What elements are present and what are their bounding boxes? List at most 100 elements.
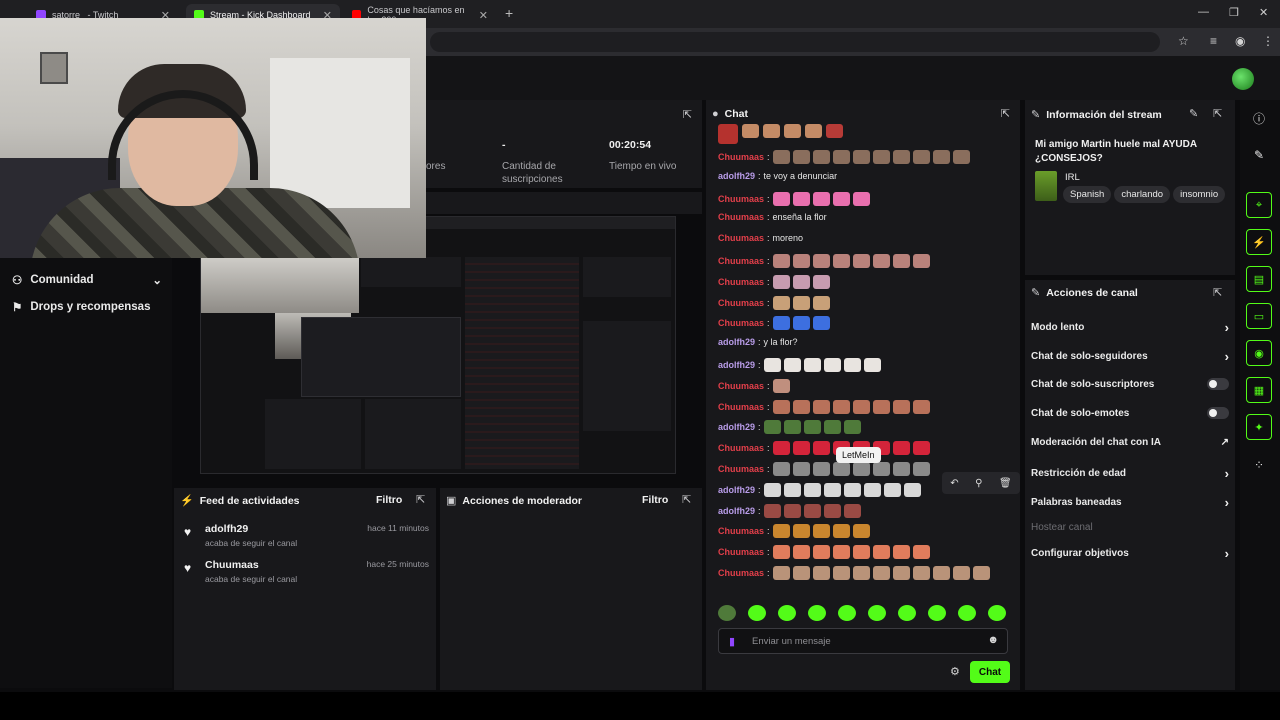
profile-icon[interactable]: ◉ (1235, 34, 1245, 48)
url-field[interactable] (430, 32, 1160, 52)
expand-icon[interactable]: ⇱ (682, 493, 691, 506)
chat-username[interactable]: adolfh29 (718, 506, 755, 516)
action-banned-words[interactable]: Palabras baneadas › (1031, 495, 1229, 510)
emote-button[interactable] (748, 605, 766, 621)
tag[interactable]: Spanish (1063, 186, 1112, 203)
chat-message[interactable]: adolfh29: (718, 420, 861, 435)
emote-button[interactable] (898, 605, 916, 621)
close-tab-icon[interactable]: ✕ (479, 9, 488, 22)
chat-username[interactable]: Chuumaas (718, 212, 764, 222)
microphone-icon[interactable]: ▮ (729, 635, 735, 648)
edit-icon[interactable]: ✎ (1189, 107, 1198, 120)
chat-message[interactable]: Chuumaas: moreno (718, 233, 803, 243)
star-icon[interactable]: ☆ (1178, 34, 1189, 48)
chat-username[interactable]: Chuumaas (718, 256, 764, 266)
chat-message[interactable]: adolfh29: (718, 358, 881, 372)
chat-username[interactable]: Chuumaas (718, 318, 764, 328)
expand-icon[interactable]: ⇱ (1001, 107, 1010, 120)
chat-message[interactable]: Chuumaas: (718, 295, 830, 310)
emote-button[interactable] (868, 605, 886, 621)
restore-icon[interactable]: ❐ (1229, 6, 1239, 19)
focus-icon[interactable]: ⌖ (1246, 192, 1272, 218)
chat-message[interactable]: Chuumaas: (718, 462, 930, 476)
menu-icon[interactable]: ⋮ (1262, 34, 1274, 48)
broadcast-icon[interactable]: ◉ (1246, 340, 1272, 366)
expand-icon[interactable]: ⇱ (1213, 286, 1222, 299)
emotes-only-toggle[interactable] (1207, 407, 1229, 419)
chat-message[interactable]: Chuumaas: (718, 191, 870, 206)
chat-message[interactable]: adolfh29: te voy a denunciar (718, 171, 837, 181)
close-window-icon[interactable]: ✕ (1259, 6, 1268, 19)
chat-username[interactable]: Chuumaas (718, 568, 764, 578)
nav-item-comunidad[interactable]: ⚇ Comunidad ⌄ (12, 273, 162, 287)
emote-button[interactable] (838, 605, 856, 621)
chat-username[interactable]: adolfh29 (718, 337, 755, 347)
feed-filter-button[interactable]: Filtro (376, 494, 402, 506)
emote-button[interactable] (778, 605, 796, 621)
chat-message[interactable]: adolfh29: (718, 503, 861, 518)
action-followers-only[interactable]: Chat de solo-seguidores › (1031, 349, 1229, 364)
chat-message[interactable]: Chuumaas: (718, 254, 930, 268)
chat-message[interactable]: Chuumaas: (718, 150, 970, 164)
mod-filter-button[interactable]: Filtro (642, 494, 668, 506)
chat-username[interactable]: Chuumaas (718, 526, 764, 536)
plus-icon[interactable]: + (505, 5, 513, 21)
chat-username[interactable]: Chuumaas (718, 277, 764, 287)
apps-icon[interactable]: ⁘ (1246, 452, 1272, 478)
moderation-icon[interactable]: ▦ (1246, 377, 1272, 403)
chat-username[interactable]: Chuumaas (718, 194, 764, 204)
emote-button[interactable] (808, 605, 826, 621)
chat-message[interactable]: Chuumaas: (718, 399, 930, 414)
emoji-icon[interactable]: ☻ (987, 634, 999, 646)
chat-username[interactable]: Chuumaas (718, 152, 764, 162)
chat-message[interactable]: Chuumaas: (718, 441, 930, 456)
chat-username[interactable]: adolfh29 (718, 171, 755, 181)
chat-username[interactable]: Chuumaas (718, 381, 764, 391)
expand-icon[interactable]: ⇱ (1213, 107, 1222, 120)
action-ai-moderation[interactable]: Moderación del chat con IA ↗ (1031, 437, 1229, 448)
emote-button[interactable] (718, 605, 736, 621)
chat-message[interactable]: Chuumaas: (718, 566, 990, 580)
chat-username[interactable]: Chuumaas (718, 443, 764, 453)
chat-message[interactable]: Chuumaas: (718, 274, 830, 289)
gear-icon[interactable]: ⚙ (950, 665, 960, 678)
chat-message[interactable]: Chuumaas: (718, 524, 870, 539)
pencil-icon[interactable]: ✎ (1246, 142, 1272, 168)
chat-message[interactable]: adolfh29: y la flor? (718, 337, 798, 347)
reply-icon[interactable]: ↶ (950, 478, 958, 489)
media-icon[interactable]: ≡ (1210, 34, 1217, 48)
chat-username[interactable]: Chuumaas (718, 402, 764, 412)
tag[interactable]: charlando (1114, 186, 1171, 203)
chat-message[interactable]: Chuumaas: (718, 545, 930, 560)
chat-message[interactable]: Chuumaas: enseña la flor (718, 212, 827, 222)
action-slow-mode[interactable]: Modo lento › (1031, 320, 1229, 335)
subscribers-only-toggle[interactable] (1207, 378, 1229, 390)
chat-icon[interactable]: ▭ (1246, 303, 1272, 329)
category-label[interactable]: IRL (1065, 172, 1080, 183)
send-chat-button[interactable]: Chat (970, 661, 1010, 683)
tag[interactable]: insomnio (1173, 186, 1226, 203)
nav-item-drops[interactable]: ⚑ Drops y recompensas (12, 300, 150, 314)
wrench-icon[interactable]: ✦ (1246, 414, 1272, 440)
expand-icon[interactable]: ⇱ (683, 108, 692, 121)
emote-button[interactable] (928, 605, 946, 621)
document-icon[interactable]: ▤ (1246, 266, 1272, 292)
chat-input[interactable]: ▮ Enviar un mensaje ☻ (718, 628, 1008, 654)
avatar[interactable] (1232, 68, 1254, 90)
chat-message[interactable]: adolfh29: (718, 482, 921, 497)
chat-username[interactable]: Chuumaas (718, 233, 764, 243)
bolt-icon[interactable]: ⚡ (1246, 229, 1272, 255)
action-age-restriction[interactable]: Restricción de edad › (1031, 466, 1229, 481)
emote-button[interactable] (988, 605, 1006, 621)
trash-icon[interactable]: 🗑 (999, 478, 1012, 489)
chat-username[interactable]: Chuumaas (718, 464, 764, 474)
pin-icon[interactable]: ⚲ (975, 478, 982, 489)
minimize-icon[interactable]: — (1198, 6, 1209, 18)
emote-button[interactable] (958, 605, 976, 621)
expand-icon[interactable]: ⇱ (416, 493, 425, 506)
chat-username[interactable]: adolfh29 (718, 360, 755, 370)
chat-username[interactable]: adolfh29 (718, 422, 755, 432)
info-icon[interactable]: ⓘ (1246, 105, 1272, 131)
chat-username[interactable]: Chuumaas (718, 298, 764, 308)
chat-username[interactable]: adolfh29 (718, 485, 755, 495)
